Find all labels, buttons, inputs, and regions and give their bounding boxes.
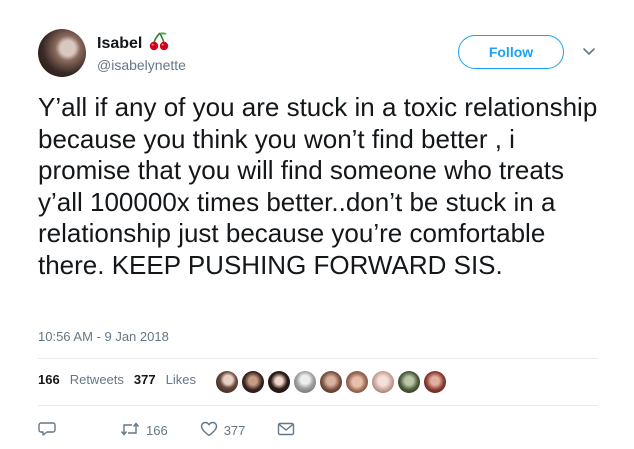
like-count: 377: [223, 423, 246, 438]
direct-message-button[interactable]: [277, 422, 295, 439]
retweets-label: Retweets: [69, 372, 124, 387]
retweet-count: 166: [146, 423, 168, 438]
follow-button[interactable]: Follow: [458, 35, 564, 69]
liker-avatar[interactable]: [320, 371, 342, 393]
liker-avatar[interactable]: [398, 371, 420, 393]
liker-avatars: [216, 371, 446, 393]
liker-avatar[interactable]: [216, 371, 238, 393]
divider: [38, 405, 598, 406]
liker-avatar[interactable]: [268, 371, 290, 393]
retweets-stat[interactable]: 166 Retweets: [38, 372, 124, 387]
like-button[interactable]: 377: [200, 421, 246, 440]
engagement-stats: 166 Retweets 377 Likes: [38, 372, 196, 387]
reply-button[interactable]: [38, 421, 56, 440]
cherry-icon: [148, 31, 170, 56]
user-handle[interactable]: @isabelynette: [97, 57, 186, 73]
display-name[interactable]: Isabel: [97, 31, 170, 56]
tweet-timestamp[interactable]: 10:56 AM - 9 Jan 2018: [38, 329, 169, 344]
liker-avatar[interactable]: [372, 371, 394, 393]
divider: [38, 358, 598, 359]
liker-avatar[interactable]: [424, 371, 446, 393]
liker-avatar[interactable]: [346, 371, 368, 393]
retweets-count: 166: [38, 372, 60, 387]
tweet-actions: 166 377: [38, 421, 295, 440]
tweet-text: Y’all if any of you are stuck in a toxic…: [38, 92, 598, 280]
retweet-icon: [120, 421, 140, 440]
likes-stat[interactable]: 377 Likes: [134, 372, 196, 387]
likes-count: 377: [133, 372, 156, 387]
chevron-down-icon[interactable]: [582, 44, 596, 62]
display-name-text: Isabel: [97, 34, 143, 52]
message-icon: [277, 422, 295, 439]
retweet-button[interactable]: 166: [120, 421, 168, 440]
liker-avatar[interactable]: [242, 371, 264, 393]
like-icon: [200, 421, 218, 440]
avatar[interactable]: [38, 29, 86, 77]
likes-label: Likes: [165, 372, 196, 387]
liker-avatar[interactable]: [294, 371, 316, 393]
reply-icon: [38, 421, 56, 440]
